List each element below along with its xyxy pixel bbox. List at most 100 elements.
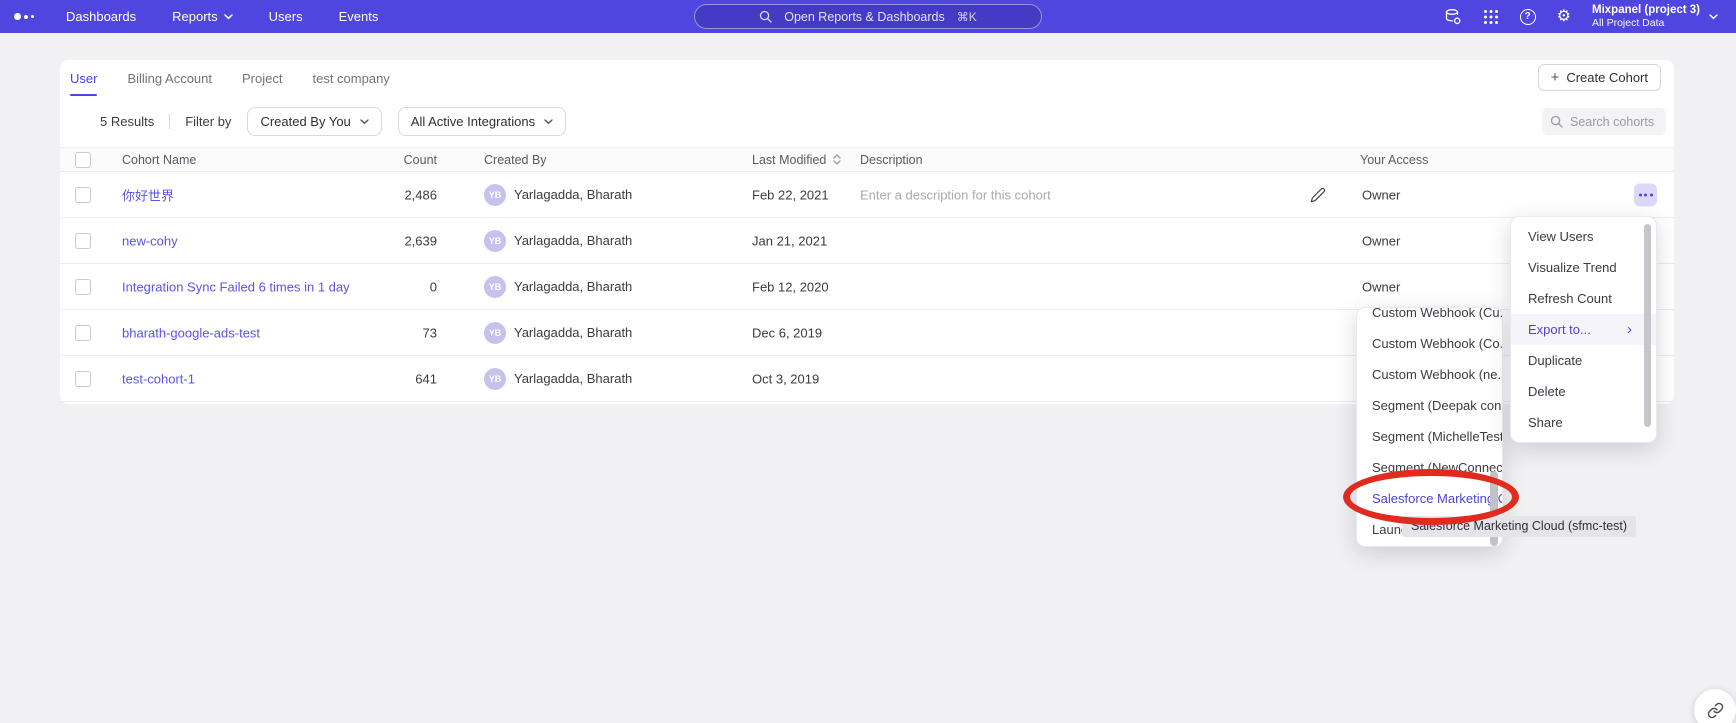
tab-billing-account[interactable]: Billing Account: [127, 60, 212, 96]
submenu-item-label: Salesforce Marketing C...: [1372, 491, 1503, 506]
create-cohort-button[interactable]: + Create Cohort: [1538, 64, 1661, 91]
submenu-item-custom-webhook-co[interactable]: Custom Webhook (Co...: [1357, 328, 1502, 359]
data-management-icon[interactable]: [1444, 8, 1462, 26]
menu-item-label: Share: [1528, 415, 1563, 430]
header-your-access: Your Access: [1360, 153, 1428, 167]
row-checkbox[interactable]: [75, 233, 91, 249]
submenu-item-custom-webhook-cu[interactable]: Custom Webhook (Cu...: [1357, 307, 1502, 328]
creator-name: Yarlagadda, Bharath: [514, 325, 632, 340]
nav-item-label: Dashboards: [66, 9, 136, 24]
plus-icon: +: [1551, 70, 1560, 85]
export-to-submenu: Custom Webhook (Cu... Custom Webhook (Co…: [1356, 307, 1503, 547]
menu-item-refresh-count[interactable]: Refresh Count: [1511, 283, 1656, 314]
last-modified-cell: Oct 3, 2019: [752, 371, 819, 386]
created-by-filter[interactable]: Created By You: [247, 107, 381, 136]
settings-gear-icon[interactable]: ⚙: [1557, 9, 1571, 25]
global-search-bar[interactable]: Open Reports & Dashboards ⌘K: [694, 4, 1042, 29]
submenu-item-label: Custom Webhook (Co...: [1372, 336, 1503, 351]
avatar: YB: [484, 368, 506, 390]
select-all-checkbox[interactable]: [75, 152, 91, 168]
menu-item-export-to[interactable]: Export to... ›: [1511, 314, 1656, 345]
submenu-item-segment-michelletest[interactable]: Segment (MichelleTest): [1357, 421, 1502, 452]
tab-project[interactable]: Project: [242, 60, 282, 96]
help-icon[interactable]: ?: [1520, 9, 1536, 25]
copy-link-button[interactable]: [1694, 689, 1736, 723]
submenu-item-segment-newconnec[interactable]: Segment (NewConnec...: [1357, 452, 1502, 483]
sort-icon[interactable]: [833, 154, 841, 165]
submenu-item-label: Custom Webhook (Cu...: [1372, 307, 1503, 320]
cohort-name-link[interactable]: Integration Sync Failed 6 times in 1 day: [122, 279, 350, 294]
description-placeholder[interactable]: Enter a description for this cohort: [860, 187, 1051, 202]
row-checkbox[interactable]: [75, 279, 91, 295]
tab-label: test company: [312, 71, 389, 86]
menu-item-share[interactable]: Share: [1511, 407, 1656, 438]
submenu-item-segment-deepak[interactable]: Segment (Deepak con...: [1357, 390, 1502, 421]
nav-item-users[interactable]: Users: [269, 9, 303, 24]
integrations-filter[interactable]: All Active Integrations: [398, 107, 566, 136]
submenu-item-custom-webhook-ne[interactable]: Custom Webhook (ne...: [1357, 359, 1502, 390]
search-cohorts-input[interactable]: Search cohorts: [1542, 108, 1666, 135]
submenu-arrow-icon: ›: [1627, 321, 1632, 338]
divider: [169, 114, 170, 129]
filter-bar: 5 Results Filter by Created By You All A…: [60, 96, 1674, 147]
last-modified-cell: Dec 6, 2019: [752, 325, 822, 340]
avatar: YB: [484, 230, 506, 252]
menu-item-label: Export to...: [1528, 322, 1591, 337]
menu-item-label: View Users: [1528, 229, 1594, 244]
cohort-count: 2,639: [350, 233, 437, 248]
cohort-tabs: User Billing Account Project test compan…: [60, 60, 1674, 96]
table-row: new-cohy 2,639 YB Yarlagadda, Bharath Ja…: [60, 218, 1674, 264]
avatar: YB: [484, 322, 506, 344]
global-search-placeholder: Open Reports & Dashboards: [784, 10, 945, 24]
menu-scrollbar[interactable]: [1644, 224, 1651, 427]
nav-item-dashboards[interactable]: Dashboards: [66, 9, 136, 24]
cohort-count: 73: [350, 325, 437, 340]
edit-description-pencil-icon[interactable]: [1310, 187, 1326, 203]
nav-item-label: Users: [269, 9, 303, 24]
row-checkbox[interactable]: [75, 325, 91, 341]
tab-user[interactable]: User: [70, 60, 97, 96]
nav-item-label: Events: [339, 9, 379, 24]
chevron-down-icon: [544, 119, 553, 125]
cohort-name-link[interactable]: 你好世界: [122, 185, 174, 204]
menu-item-label: Delete: [1528, 384, 1566, 399]
project-info: Mixpanel (project 3) All Project Data: [1592, 3, 1700, 31]
submenu-item-salesforce-marketing-cloud[interactable]: Salesforce Marketing C...: [1357, 483, 1502, 514]
menu-item-duplicate[interactable]: Duplicate: [1511, 345, 1656, 376]
mixpanel-logo-icon[interactable]: [14, 13, 34, 20]
row-actions-menu-button[interactable]: [1634, 183, 1657, 206]
cohort-name-link[interactable]: new-cohy: [122, 233, 178, 248]
tab-test-company[interactable]: test company: [312, 60, 389, 96]
submenu-item-label: Segment (NewConnec...: [1372, 460, 1503, 475]
last-modified-cell: Jan 21, 2021: [752, 233, 827, 248]
tab-label: Project: [242, 71, 282, 86]
menu-item-label: Visualize Trend: [1528, 260, 1617, 275]
table-header: Cohort Name Count Created By Last Modifi…: [60, 147, 1674, 172]
tab-label: User: [70, 71, 97, 86]
project-switcher[interactable]: Mixpanel (project 3) All Project Data: [1592, 3, 1718, 31]
project-name: Mixpanel (project 3): [1592, 3, 1700, 17]
menu-item-label: Duplicate: [1528, 353, 1582, 368]
cohort-name-link[interactable]: test-cohort-1: [122, 371, 195, 386]
submenu-item-label: Custom Webhook (ne...: [1372, 367, 1503, 382]
menu-item-delete[interactable]: Delete: [1511, 376, 1656, 407]
menu-item-view-users[interactable]: View Users: [1511, 221, 1656, 252]
row-checkbox[interactable]: [75, 371, 91, 387]
created-by-cell: YB Yarlagadda, Bharath: [484, 184, 632, 206]
cohort-name-link[interactable]: bharath-google-ads-test: [122, 325, 260, 340]
apps-grid-icon[interactable]: [1483, 9, 1499, 25]
creator-name: Yarlagadda, Bharath: [514, 187, 632, 202]
row-checkbox[interactable]: [75, 187, 91, 203]
row-actions-context-menu: View Users Visualize Trend Refresh Count…: [1510, 216, 1657, 443]
project-scope: All Project Data: [1592, 17, 1700, 30]
menu-item-visualize-trend[interactable]: Visualize Trend: [1511, 252, 1656, 283]
header-last-modified[interactable]: Last Modified: [752, 153, 841, 167]
chevron-down-icon: [1709, 14, 1718, 20]
create-cohort-label: Create Cohort: [1566, 70, 1648, 85]
results-count: 5 Results: [100, 114, 154, 129]
search-icon: [759, 10, 772, 23]
nav-item-reports[interactable]: Reports: [172, 9, 233, 24]
last-modified-cell: Feb 22, 2021: [752, 187, 829, 202]
nav-item-events[interactable]: Events: [339, 9, 379, 24]
main-nav: Dashboards Reports Users Events: [66, 9, 378, 24]
